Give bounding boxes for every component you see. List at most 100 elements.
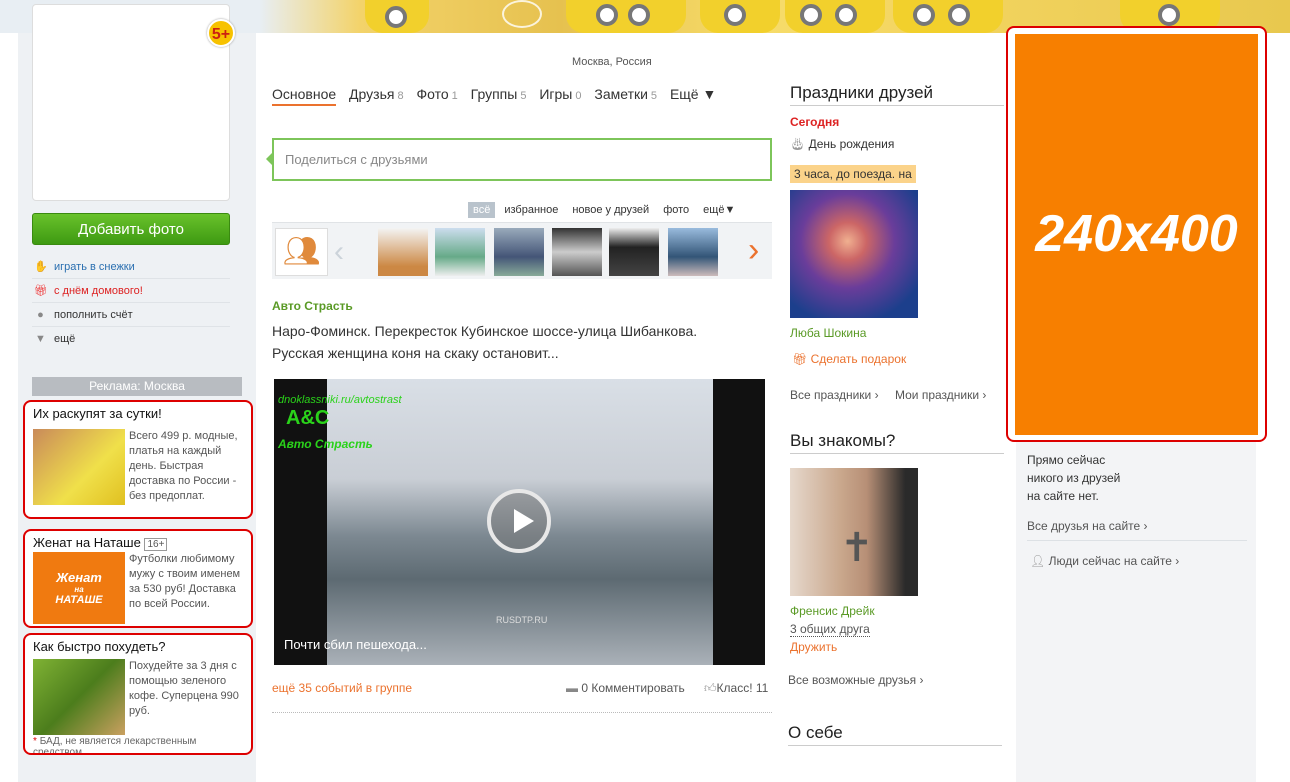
gift-icon: 🎁︎ [792, 352, 808, 366]
suggested-friend-photo[interactable]: ✝ [790, 468, 918, 596]
tab-label: Основное [272, 86, 337, 102]
tab-friends[interactable]: Друзья 8 [349, 86, 404, 102]
filter-favorites[interactable]: избранное [499, 202, 563, 218]
chevron-right-icon[interactable]: › [748, 231, 759, 270]
triangle-down-icon: ▼ [35, 333, 46, 345]
left-link-holiday[interactable]: 🎁︎ с днём домового! [32, 279, 230, 303]
tab-more[interactable]: Ещё ▼ [670, 86, 716, 102]
tab-count: 8 [397, 90, 404, 102]
friends-feed-strip: 👥︎ ‹ › [272, 222, 772, 279]
all-online-friends-link[interactable]: Все друзья на сайте › [1027, 519, 1148, 533]
add-friend-button[interactable]: Дружить [790, 640, 837, 654]
minion-image [785, 0, 885, 33]
thumbs-up-icon: 👍︎ [704, 681, 717, 695]
suggested-friend-name[interactable]: Френсис Дрейк [790, 604, 875, 618]
filter-photo[interactable]: фото [658, 202, 694, 218]
feed-thumb[interactable] [668, 228, 718, 276]
more-events-link[interactable]: ещё 35 событий в группе [272, 681, 412, 695]
ad-text[interactable]: Всего 499 р. модные, платья на каждый де… [129, 429, 249, 504]
minion-image [700, 0, 780, 33]
friend-name[interactable]: Люба Шокина [790, 326, 866, 340]
minion-image [566, 0, 686, 33]
ad-card[interactable]: Как быстро похудеть? Похудейте за 3 дня … [23, 633, 253, 755]
left-link-snowballs[interactable]: ✋ играть в снежки [32, 255, 230, 279]
video-player[interactable]: dnoklassniki.ru/avtostrast А&С Авто Стра… [274, 379, 765, 665]
comment-button[interactable]: ▬ 0 Комментировать [566, 681, 685, 695]
ad-disclaimer-text: БАД, не является лекарственным средством [33, 736, 197, 755]
left-link-label: с днём домового! [54, 285, 143, 297]
filter-more[interactable]: ещё▼ [698, 202, 740, 218]
share-input[interactable]: Поделиться с друзьями [266, 138, 772, 181]
filter-all[interactable]: всё [468, 202, 496, 218]
ad-title[interactable]: Их раскупят за сутки! [33, 406, 162, 421]
profile-avatar[interactable] [32, 4, 230, 201]
left-link-more[interactable]: ▼ ещё [32, 327, 230, 351]
minion-image [365, 0, 429, 33]
age-badge: 5+ [207, 19, 235, 47]
feed-filters: всё избранное новое у друзей фото ещё▼ [468, 202, 744, 218]
tab-main[interactable]: Основное [272, 86, 337, 106]
tab-count: 5 [650, 90, 658, 102]
like-label: Класс! 11 [716, 681, 769, 695]
people-online-link[interactable]: 👤︎ Люди сейчас на сайте › [1030, 554, 1179, 568]
ad-title[interactable]: Как быстро похудеть? [33, 639, 165, 654]
all-possible-friends-link[interactable]: Все возможные друзья › [788, 673, 924, 687]
about-title: О себе [788, 723, 1002, 746]
video-caption[interactable]: Почти сбил пешехода... [284, 637, 427, 652]
banner-ad[interactable]: 240x400 [1006, 26, 1267, 442]
like-button[interactable]: 👍︎Класс! 11 [704, 681, 768, 696]
online-status: Прямо сейчас никого из друзей на сайте н… [1027, 451, 1120, 505]
holidays-today: Сегодня [790, 115, 840, 129]
left-link-label: ещё [54, 333, 76, 345]
tab-groups[interactable]: Группы 5 [471, 86, 527, 102]
make-gift-button[interactable]: 🎁︎ Сделать подарок [792, 352, 906, 366]
mitten-icon: ✋ [34, 261, 48, 273]
feed-thumb[interactable] [494, 228, 544, 276]
my-holidays-link[interactable]: Мои праздники › [895, 388, 986, 402]
tab-games[interactable]: Игры 0 [539, 86, 581, 102]
comment-label: 0 Комментировать [581, 681, 685, 695]
ad-text[interactable]: Футболки любимому мужу с твоим именем за… [129, 552, 249, 612]
ad-image[interactable] [33, 659, 125, 735]
feed-thumb[interactable] [378, 228, 428, 276]
tab-label: Заметки [594, 86, 648, 102]
online-text-line: никого из друзей [1027, 471, 1121, 485]
ad-text[interactable]: Похудейте за 3 дня с помощью зеленого ко… [129, 659, 249, 719]
online-text-line: на сайте нет. [1027, 489, 1099, 503]
common-friends-link[interactable]: 3 общих друга [790, 622, 870, 637]
all-holidays-link[interactable]: Все праздники › [790, 388, 879, 402]
ad-disclaimer: * БАД, не является лекарственным средств… [33, 736, 248, 755]
ad-title[interactable]: Женат на Наташе 16+ [33, 535, 168, 551]
tab-count: 0 [575, 90, 582, 102]
shirt-text: Женат [56, 570, 102, 585]
friends-group-icon[interactable]: 👥︎ [275, 228, 328, 276]
tab-label: Группы [470, 86, 518, 102]
add-photo-button[interactable]: Добавить фото [32, 213, 230, 245]
ad-card[interactable]: Их раскупят за сутки! Всего 499 р. модны… [23, 400, 253, 519]
tab-label: Ещё ▼ [669, 86, 717, 102]
feed-thumb[interactable] [552, 228, 602, 276]
filter-friends-new[interactable]: новое у друзей [567, 202, 654, 218]
tab-photos[interactable]: Фото 1 [416, 86, 457, 102]
ads-header: Реклама: Москва [32, 377, 242, 396]
tab-label: Игры [539, 86, 573, 102]
left-link-topup[interactable]: ● пополнить счёт [32, 303, 230, 327]
play-icon[interactable] [487, 489, 551, 553]
birthday-label: 🎂︎ День рождения [790, 137, 894, 151]
feed-thumb[interactable] [609, 228, 659, 276]
page: 5+ Добавить фото ✋ играть в снежки 🎁︎ с … [0, 0, 1290, 782]
ad-image[interactable] [33, 429, 125, 505]
post-group-name[interactable]: Авто Страсть [272, 299, 353, 313]
tab-label: Фото [416, 86, 449, 102]
friend-photo[interactable] [790, 190, 918, 318]
people-online-label: Люди сейчас на сайте › [1048, 554, 1180, 568]
user-location: Москва, Россия [572, 56, 652, 68]
ad-card[interactable]: Женат на Наташе 16+ Женат на НАТАШЕ Футб… [23, 529, 253, 628]
feed-thumb[interactable] [435, 228, 485, 276]
shirt-text: на [74, 585, 84, 594]
cake-icon: 🎂︎ [790, 137, 806, 151]
ad-image[interactable]: Женат на НАТАШЕ [33, 552, 125, 624]
post-text[interactable]: Наро-Фоминск. Перекресток Кубинское шосс… [272, 320, 752, 364]
chevron-left-icon[interactable]: ‹ [334, 235, 344, 269]
tab-notes[interactable]: Заметки 5 [594, 86, 657, 102]
